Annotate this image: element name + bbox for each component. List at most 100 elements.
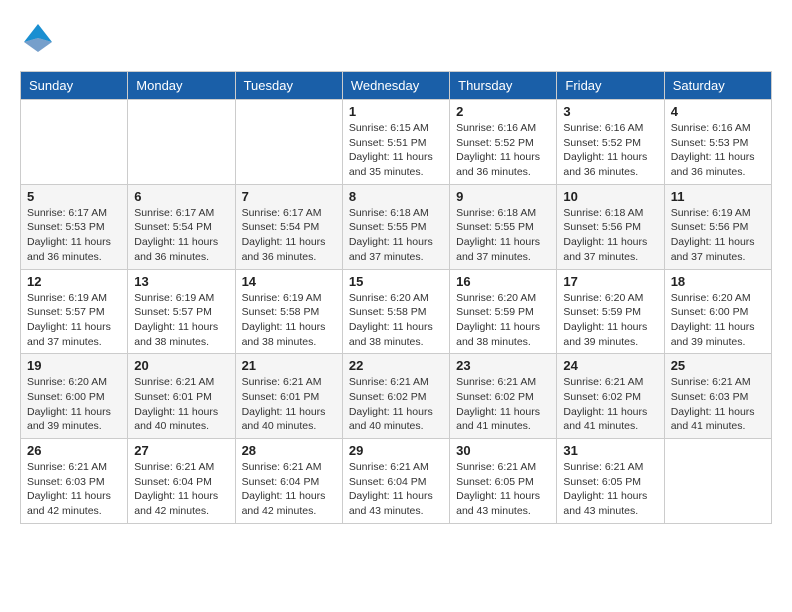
day-number: 14 bbox=[242, 274, 336, 289]
day-cell: 2 Sunrise: 6:16 AMSunset: 5:52 PMDaylight… bbox=[450, 100, 557, 185]
day-cell: 29 Sunrise: 6:21 AMSunset: 6:04 PMDayligh… bbox=[342, 439, 449, 524]
day-info: Sunrise: 6:21 AMSunset: 6:03 PMDaylight:… bbox=[27, 460, 121, 519]
page-header bbox=[20, 20, 772, 61]
day-cell: 20 Sunrise: 6:21 AMSunset: 6:01 PMDayligh… bbox=[128, 354, 235, 439]
logo-icon bbox=[20, 20, 56, 56]
day-number: 2 bbox=[456, 104, 550, 119]
day-number: 8 bbox=[349, 189, 443, 204]
day-info: Sunrise: 6:20 AMSunset: 6:00 PMDaylight:… bbox=[27, 375, 121, 434]
day-cell: 30Sunrise: 6:21 AMSunset: 6:05 PMDayligh… bbox=[450, 439, 557, 524]
day-info: Sunrise: 6:18 AMSunset: 5:55 PMDaylight:… bbox=[349, 206, 443, 265]
day-cell: 25 Sunrise: 6:21 AMSunset: 6:03 PMDayligh… bbox=[664, 354, 771, 439]
day-number: 20 bbox=[134, 358, 228, 373]
day-number: 23 bbox=[456, 358, 550, 373]
day-number: 7 bbox=[242, 189, 336, 204]
day-info: Sunrise: 6:17 AMSunset: 5:54 PMDaylight:… bbox=[134, 206, 228, 265]
day-number: 24 bbox=[563, 358, 657, 373]
day-cell bbox=[128, 100, 235, 185]
day-cell: 10 Sunrise: 6:18 AMSunset: 5:56 PMDayligh… bbox=[557, 184, 664, 269]
logo bbox=[20, 20, 60, 61]
day-info: Sunrise: 6:21 AMSunset: 6:01 PMDaylight:… bbox=[134, 375, 228, 434]
day-number: 16 bbox=[456, 274, 550, 289]
day-info: Sunrise: 6:19 AMSunset: 5:56 PMDaylight:… bbox=[671, 206, 765, 265]
weekday-header-wednesday: Wednesday bbox=[342, 72, 449, 100]
day-info: Sunrise: 6:20 AMSunset: 5:59 PMDaylight:… bbox=[563, 291, 657, 350]
day-number: 26 bbox=[27, 443, 121, 458]
weekday-header-saturday: Saturday bbox=[664, 72, 771, 100]
day-cell: 3 Sunrise: 6:16 AMSunset: 5:52 PMDaylight… bbox=[557, 100, 664, 185]
day-number: 29 bbox=[349, 443, 443, 458]
day-number: 6 bbox=[134, 189, 228, 204]
day-number: 11 bbox=[671, 189, 765, 204]
weekday-header-row: SundayMondayTuesdayWednesdayThursdayFrid… bbox=[21, 72, 772, 100]
day-number: 22 bbox=[349, 358, 443, 373]
week-row-1: 1 Sunrise: 6:15 AMSunset: 5:51 PMDaylight… bbox=[21, 100, 772, 185]
day-number: 21 bbox=[242, 358, 336, 373]
day-cell: 15Sunrise: 6:20 AMSunset: 5:58 PMDayligh… bbox=[342, 269, 449, 354]
day-cell: 14 Sunrise: 6:19 AMSunset: 5:58 PMDayligh… bbox=[235, 269, 342, 354]
day-cell: 22 Sunrise: 6:21 AMSunset: 6:02 PMDayligh… bbox=[342, 354, 449, 439]
day-cell: 31 Sunrise: 6:21 AMSunset: 6:05 PMDayligh… bbox=[557, 439, 664, 524]
day-number: 28 bbox=[242, 443, 336, 458]
weekday-header-friday: Friday bbox=[557, 72, 664, 100]
day-cell: 16 Sunrise: 6:20 AMSunset: 5:59 PMDayligh… bbox=[450, 269, 557, 354]
day-cell: 9 Sunrise: 6:18 AMSunset: 5:55 PMDaylight… bbox=[450, 184, 557, 269]
week-row-5: 26 Sunrise: 6:21 AMSunset: 6:03 PMDayligh… bbox=[21, 439, 772, 524]
weekday-header-thursday: Thursday bbox=[450, 72, 557, 100]
day-cell: 18 Sunrise: 6:20 AMSunset: 6:00 PMDayligh… bbox=[664, 269, 771, 354]
day-number: 31 bbox=[563, 443, 657, 458]
day-info: Sunrise: 6:21 AMSunset: 6:05 PMDaylight:… bbox=[563, 460, 657, 519]
day-cell bbox=[235, 100, 342, 185]
day-number: 10 bbox=[563, 189, 657, 204]
day-info: Sunrise: 6:17 AMSunset: 5:53 PMDaylight:… bbox=[27, 206, 121, 265]
day-info: Sunrise: 6:21 AMSunset: 6:04 PMDaylight:… bbox=[349, 460, 443, 519]
day-number: 3 bbox=[563, 104, 657, 119]
day-info: Sunrise: 6:20 AMSunset: 5:59 PMDaylight:… bbox=[456, 291, 550, 350]
calendar-table: SundayMondayTuesdayWednesdayThursdayFrid… bbox=[20, 71, 772, 524]
day-cell: 4Sunrise: 6:16 AMSunset: 5:53 PMDaylight… bbox=[664, 100, 771, 185]
day-info: Sunrise: 6:21 AMSunset: 6:02 PMDaylight:… bbox=[349, 375, 443, 434]
day-info: Sunrise: 6:19 AMSunset: 5:57 PMDaylight:… bbox=[134, 291, 228, 350]
day-cell bbox=[664, 439, 771, 524]
day-info: Sunrise: 6:19 AMSunset: 5:58 PMDaylight:… bbox=[242, 291, 336, 350]
day-info: Sunrise: 6:21 AMSunset: 6:03 PMDaylight:… bbox=[671, 375, 765, 434]
weekday-header-monday: Monday bbox=[128, 72, 235, 100]
day-info: Sunrise: 6:18 AMSunset: 5:55 PMDaylight:… bbox=[456, 206, 550, 265]
day-info: Sunrise: 6:18 AMSunset: 5:56 PMDaylight:… bbox=[563, 206, 657, 265]
day-number: 13 bbox=[134, 274, 228, 289]
day-cell: 13 Sunrise: 6:19 AMSunset: 5:57 PMDayligh… bbox=[128, 269, 235, 354]
day-info: Sunrise: 6:16 AMSunset: 5:53 PMDaylight:… bbox=[671, 121, 765, 180]
day-cell: 19 Sunrise: 6:20 AMSunset: 6:00 PMDayligh… bbox=[21, 354, 128, 439]
day-cell: 6 Sunrise: 6:17 AMSunset: 5:54 PMDaylight… bbox=[128, 184, 235, 269]
day-info: Sunrise: 6:21 AMSunset: 6:01 PMDaylight:… bbox=[242, 375, 336, 434]
day-cell: 17 Sunrise: 6:20 AMSunset: 5:59 PMDayligh… bbox=[557, 269, 664, 354]
day-info: Sunrise: 6:15 AMSunset: 5:51 PMDaylight:… bbox=[349, 121, 443, 180]
day-info: Sunrise: 6:21 AMSunset: 6:04 PMDaylight:… bbox=[242, 460, 336, 519]
day-info: Sunrise: 6:19 AMSunset: 5:57 PMDaylight:… bbox=[27, 291, 121, 350]
day-info: Sunrise: 6:20 AMSunset: 6:00 PMDaylight:… bbox=[671, 291, 765, 350]
day-cell: 12 Sunrise: 6:19 AMSunset: 5:57 PMDayligh… bbox=[21, 269, 128, 354]
day-cell: 8 Sunrise: 6:18 AMSunset: 5:55 PMDaylight… bbox=[342, 184, 449, 269]
week-row-4: 19 Sunrise: 6:20 AMSunset: 6:00 PMDayligh… bbox=[21, 354, 772, 439]
day-number: 18 bbox=[671, 274, 765, 289]
day-number: 9 bbox=[456, 189, 550, 204]
day-info: Sunrise: 6:20 AMSunset: 5:58 PMDaylight:… bbox=[349, 291, 443, 350]
day-cell: 27Sunrise: 6:21 AMSunset: 6:04 PMDayligh… bbox=[128, 439, 235, 524]
day-info: Sunrise: 6:17 AMSunset: 5:54 PMDaylight:… bbox=[242, 206, 336, 265]
week-row-3: 12 Sunrise: 6:19 AMSunset: 5:57 PMDayligh… bbox=[21, 269, 772, 354]
day-number: 12 bbox=[27, 274, 121, 289]
day-number: 1 bbox=[349, 104, 443, 119]
day-number: 19 bbox=[27, 358, 121, 373]
day-number: 17 bbox=[563, 274, 657, 289]
day-cell: 26 Sunrise: 6:21 AMSunset: 6:03 PMDayligh… bbox=[21, 439, 128, 524]
day-cell: 21 Sunrise: 6:21 AMSunset: 6:01 PMDayligh… bbox=[235, 354, 342, 439]
weekday-header-sunday: Sunday bbox=[21, 72, 128, 100]
day-cell bbox=[21, 100, 128, 185]
day-number: 25 bbox=[671, 358, 765, 373]
day-info: Sunrise: 6:16 AMSunset: 5:52 PMDaylight:… bbox=[456, 121, 550, 180]
day-info: Sunrise: 6:21 AMSunset: 6:04 PMDaylight:… bbox=[134, 460, 228, 519]
day-cell: 28 Sunrise: 6:21 AMSunset: 6:04 PMDayligh… bbox=[235, 439, 342, 524]
week-row-2: 5 Sunrise: 6:17 AMSunset: 5:53 PMDaylight… bbox=[21, 184, 772, 269]
day-info: Sunrise: 6:16 AMSunset: 5:52 PMDaylight:… bbox=[563, 121, 657, 180]
day-number: 5 bbox=[27, 189, 121, 204]
